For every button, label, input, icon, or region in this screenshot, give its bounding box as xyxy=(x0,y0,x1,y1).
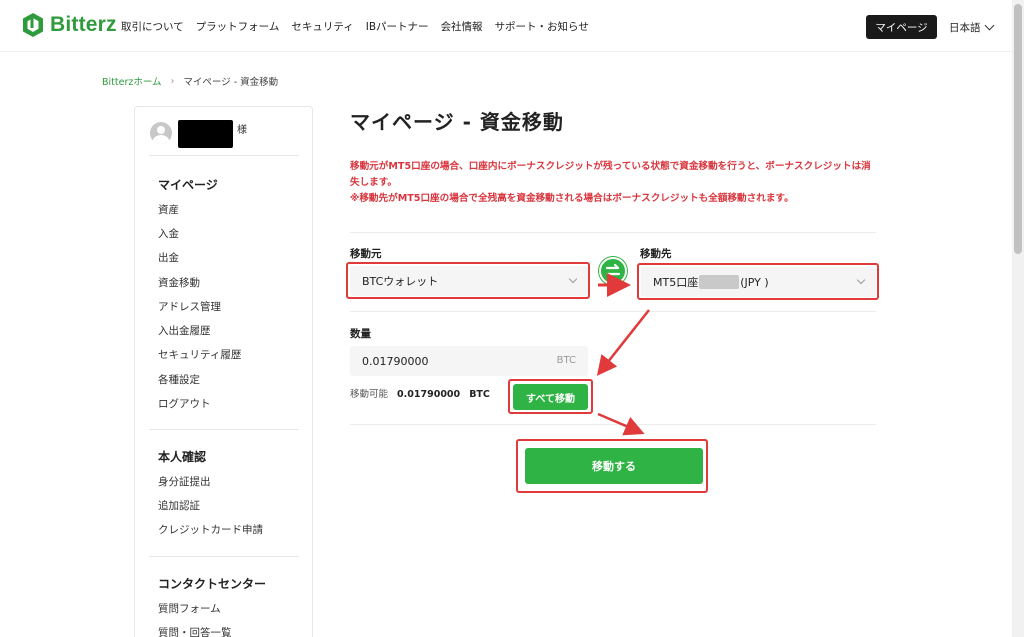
sidebar-item-question-form[interactable]: 質問フォーム xyxy=(158,601,221,616)
sidebar-heading-contact: コンタクトセンター xyxy=(158,577,267,591)
sidebar-item-additional-auth[interactable]: 追加認証 xyxy=(158,498,200,513)
sidebar-item-transfer[interactable]: 資金移動 xyxy=(158,275,200,290)
available-unit: BTC xyxy=(469,389,490,400)
annotation-highlight-from xyxy=(346,262,590,299)
sidebar-divider xyxy=(149,556,299,557)
bonus-notice: 移動元がMT5口座の場合、口座内にボーナスクレジットが残っている状態で資金移動を… xyxy=(350,159,880,207)
breadcrumb-current: マイページ - 資金移動 xyxy=(183,77,279,88)
annotation-highlight-move-all xyxy=(508,379,593,414)
sidebar-item-history[interactable]: 入出金履歴 xyxy=(158,323,211,338)
sidebar-heading-mypage: マイページ xyxy=(158,178,218,192)
amount-input[interactable]: 0.01790000 BTC xyxy=(350,346,588,376)
swap-arrows-icon xyxy=(605,263,621,279)
sidebar-item-withdraw[interactable]: 出金 xyxy=(158,250,179,265)
nav-item-ib-partner[interactable]: IBパートナー xyxy=(366,19,429,34)
annotation-arrow-to-move-all xyxy=(596,309,650,376)
section-divider xyxy=(350,424,876,425)
language-selector[interactable]: 日本語 xyxy=(949,20,994,35)
nav-item-trading[interactable]: 取引について xyxy=(121,19,184,34)
nav-item-security[interactable]: セキュリティ xyxy=(291,19,353,34)
notice-line-1: 移動元がMT5口座の場合、口座内にボーナスクレジットが残っている状態で資金移動を… xyxy=(350,161,871,188)
logo-icon xyxy=(23,13,43,37)
section-divider xyxy=(350,232,876,233)
annotation-highlight-submit xyxy=(516,439,708,493)
username-redacted xyxy=(178,120,233,148)
sidebar-item-credit-card[interactable]: クレジットカード申請 xyxy=(158,522,263,537)
to-label: 移動先 xyxy=(640,248,672,260)
notice-line-2: ※移動先がMT5口座の場合で全残高を資金移動される場合はボーナスクレジットも全額… xyxy=(350,193,794,204)
swap-direction-button[interactable] xyxy=(599,257,627,285)
nav-item-company[interactable]: 会社情報 xyxy=(441,19,483,34)
annotation-arrow-to-submit xyxy=(597,412,645,436)
sidebar-item-address[interactable]: アドレス管理 xyxy=(158,299,221,314)
sidebar-divider xyxy=(149,155,299,156)
sidebar-item-logout[interactable]: ログアウト xyxy=(158,396,211,411)
user-suffix: 様 xyxy=(237,125,247,136)
chevron-down-icon xyxy=(984,20,994,31)
avatar-icon xyxy=(150,122,172,144)
nav-item-platform[interactable]: プラットフォーム xyxy=(196,19,280,34)
logo[interactable]: Bitterz xyxy=(22,12,117,38)
available-label: 移動可能 xyxy=(350,389,389,400)
breadcrumb: Bitterzホーム › マイページ - 資金移動 xyxy=(102,74,279,89)
page-title: マイページ - 資金移動 xyxy=(350,110,564,134)
mypage-button[interactable]: マイページ xyxy=(866,15,937,39)
section-divider xyxy=(350,311,876,312)
breadcrumb-home-link[interactable]: Bitterzホーム xyxy=(102,74,162,88)
logo-text: Bitterz xyxy=(50,13,117,36)
site-header: Bitterz 取引について プラットフォーム セキュリティ IBパートナー 会… xyxy=(0,0,1024,52)
amount-unit: BTC xyxy=(556,355,576,366)
sidebar-item-deposit[interactable]: 入金 xyxy=(158,226,179,241)
sidebar-item-qa-list[interactable]: 質問・回答一覧 xyxy=(158,625,232,637)
sidebar: 様 マイページ 資産 入金 出金 資金移動 アドレス管理 入出金履歴 セキュリテ… xyxy=(134,106,313,637)
annotation-highlight-to xyxy=(637,263,879,300)
sidebar-item-security-history[interactable]: セキュリティ履歴 xyxy=(158,347,241,362)
chevron-right-icon: › xyxy=(170,75,175,87)
available-value: 0.01790000 xyxy=(397,389,461,400)
sidebar-item-id-submit[interactable]: 身分証提出 xyxy=(158,474,211,489)
sidebar-item-settings[interactable]: 各種設定 xyxy=(158,372,200,387)
amount-label: 数量 xyxy=(350,328,371,340)
sidebar-divider xyxy=(149,429,299,430)
main-nav: 取引について プラットフォーム セキュリティ IBパートナー 会社情報 サポート… xyxy=(121,19,601,34)
scrollbar-thumb[interactable] xyxy=(1014,4,1022,254)
nav-item-support[interactable]: サポート・お知らせ xyxy=(495,19,589,34)
from-label: 移動元 xyxy=(350,248,382,260)
available-amount: 移動可能 0.01790000 BTC xyxy=(350,386,490,400)
sidebar-heading-verification: 本人確認 xyxy=(158,450,207,464)
language-label: 日本語 xyxy=(949,22,981,34)
amount-value: 0.01790000 xyxy=(362,354,429,368)
sidebar-item-assets[interactable]: 資産 xyxy=(158,202,179,217)
page: Bitterz 取引について プラットフォーム セキュリティ IBパートナー 会… xyxy=(0,0,1024,637)
